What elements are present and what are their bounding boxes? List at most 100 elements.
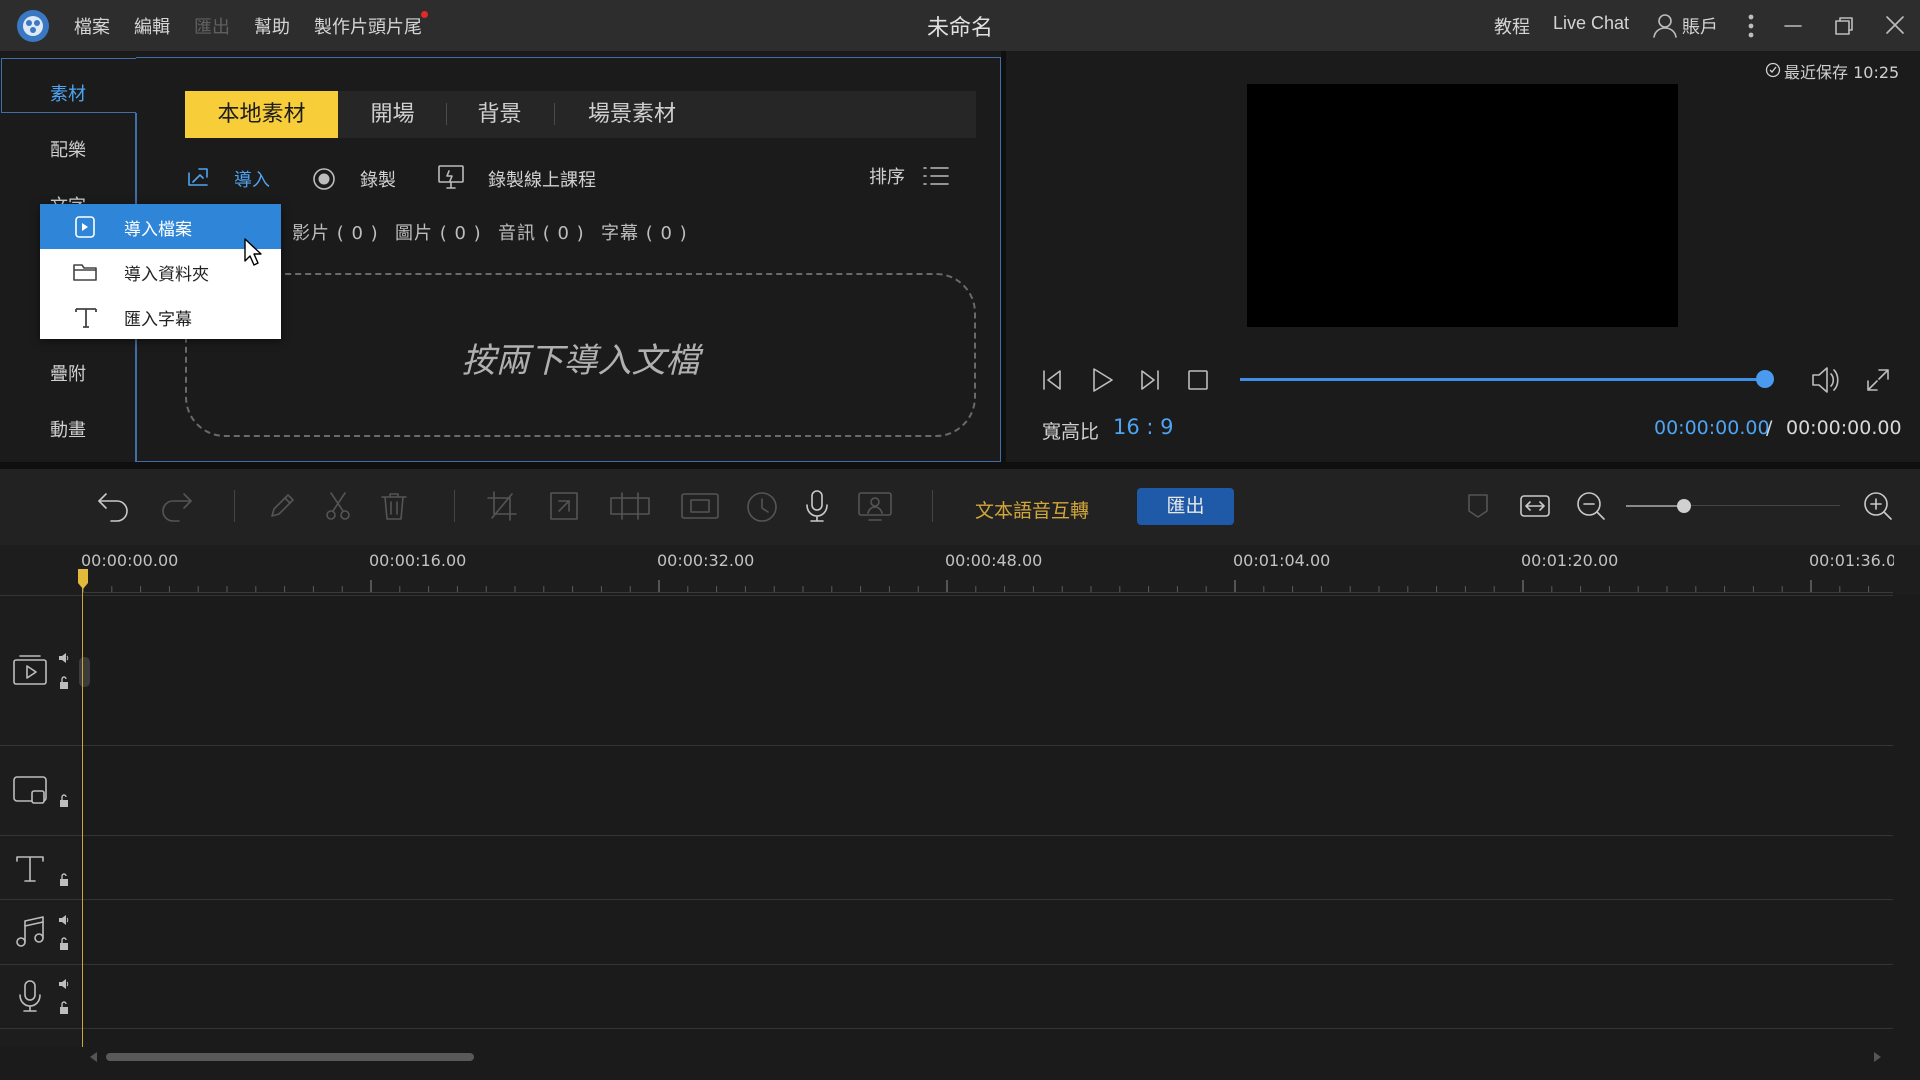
record-course-icon[interactable] xyxy=(437,164,465,190)
tab-local-media[interactable]: 本地素材 xyxy=(185,91,338,138)
user-icon[interactable] xyxy=(1652,12,1678,38)
ruler-label: 00:00:48.00 xyxy=(945,551,1043,570)
scroll-right-arrow-icon[interactable] xyxy=(1874,1052,1881,1062)
marker-shield-icon[interactable] xyxy=(1466,492,1490,520)
undo-icon[interactable] xyxy=(96,490,132,522)
next-frame-icon[interactable] xyxy=(1136,367,1162,393)
ruler-label: 00:00:16.00 xyxy=(369,551,467,570)
drop-zone-hint: 按兩下導入文檔 xyxy=(461,341,700,381)
filter-image[interactable]: 圖片 ( 0 ) xyxy=(395,219,482,245)
resize-icon[interactable] xyxy=(548,490,580,522)
track-resize-handle[interactable] xyxy=(79,657,90,687)
lock-icon[interactable] xyxy=(58,873,70,887)
ruler-label: 00:01:20.00 xyxy=(1521,551,1619,570)
file-video-icon xyxy=(74,216,96,238)
record-course-button[interactable]: 錄製線上課程 xyxy=(488,166,596,192)
video-track-icon xyxy=(12,654,48,686)
stop-icon[interactable] xyxy=(1187,369,1209,391)
aspect-ratio-label: 寬高比 xyxy=(1042,421,1100,443)
speaker-icon[interactable] xyxy=(58,978,70,990)
filter-subtitle[interactable]: 字幕 ( 0 ) xyxy=(601,219,688,245)
filter-audio[interactable]: 音訊 ( 0 ) xyxy=(498,219,585,245)
record-icon[interactable] xyxy=(312,167,336,191)
track-separator xyxy=(0,745,1893,746)
prev-frame-icon[interactable] xyxy=(1040,367,1066,393)
playback-progress-bar[interactable] xyxy=(1240,378,1766,381)
fullscreen-icon[interactable] xyxy=(1865,367,1891,393)
track-separator xyxy=(0,899,1893,900)
more-options-icon[interactable] xyxy=(1747,13,1755,39)
window-title: 未命名 xyxy=(926,16,993,41)
restore-icon[interactable] xyxy=(1833,15,1855,37)
import-dropdown-menu: 導入檔案 導入資料夾 匯入字幕 xyxy=(40,204,281,339)
account-button[interactable]: 賬戶 xyxy=(1682,13,1718,39)
sidebar-item-animation[interactable]: 動畫 xyxy=(0,416,136,442)
mosaic-icon[interactable] xyxy=(680,490,720,522)
zoom-in-icon[interactable] xyxy=(1862,490,1894,522)
sidebar-item-overlay[interactable]: 疊附 xyxy=(0,360,136,386)
tab-separator xyxy=(554,103,555,125)
sidebar-item-music[interactable]: 配樂 xyxy=(0,136,136,162)
section-divider xyxy=(0,462,1920,469)
speaker-icon[interactable] xyxy=(58,914,70,926)
toolbar-separator xyxy=(234,490,235,522)
volume-icon[interactable] xyxy=(1810,365,1842,395)
timeline-horizontal-scrollbar[interactable] xyxy=(0,1047,1920,1080)
tab-opening[interactable]: 開場 xyxy=(355,91,430,138)
text-t-icon xyxy=(74,304,98,330)
saved-check-icon xyxy=(1765,62,1781,78)
current-time: 00:00:00.00 xyxy=(1654,417,1770,439)
voiceover-mic-icon[interactable] xyxy=(803,489,831,523)
mouse-cursor-icon xyxy=(243,237,263,267)
import-icon[interactable] xyxy=(185,165,211,189)
zoom-slider-handle[interactable] xyxy=(1677,499,1691,513)
scrollbar-thumb[interactable] xyxy=(106,1053,474,1061)
overlay-track-icon xyxy=(12,775,48,807)
ruler-label: 00:00:32.00 xyxy=(657,551,755,570)
play-icon[interactable] xyxy=(1088,366,1116,394)
lock-icon[interactable] xyxy=(58,937,70,951)
live-chat-link[interactable]: Live Chat xyxy=(1553,13,1629,34)
menu-item-import-subtitle[interactable]: 匯入字幕 xyxy=(40,294,281,339)
sort-button[interactable]: 排序 xyxy=(869,163,905,189)
lock-icon[interactable] xyxy=(58,676,70,690)
time-separator: / xyxy=(1766,417,1773,439)
filter-video[interactable]: 影片 ( 0 ) xyxy=(292,219,379,245)
fit-timeline-icon[interactable] xyxy=(1518,490,1552,522)
sort-list-icon[interactable] xyxy=(922,165,950,187)
edit-pencil-icon[interactable] xyxy=(266,490,298,522)
speed-clock-icon[interactable] xyxy=(745,490,779,524)
tab-separator xyxy=(446,103,447,125)
playhead-line[interactable] xyxy=(82,571,83,1048)
speaker-icon[interactable] xyxy=(58,652,70,664)
zoom-out-icon[interactable] xyxy=(1575,490,1607,522)
split-merge-icon[interactable] xyxy=(608,490,652,522)
text-to-speech-button[interactable]: 文本語音互轉 xyxy=(975,496,1089,523)
lock-icon[interactable] xyxy=(58,1001,70,1015)
aspect-ratio-value[interactable]: 16 : 9 xyxy=(1113,415,1174,439)
lock-icon[interactable] xyxy=(58,794,70,808)
playback-progress-handle[interactable] xyxy=(1756,370,1774,388)
toolbar-separator xyxy=(454,490,455,522)
sidebar-item-media[interactable]: 素材 xyxy=(0,80,136,106)
tab-scene-media[interactable]: 場景素材 xyxy=(572,91,692,138)
record-button[interactable]: 錄製 xyxy=(360,166,396,192)
music-track-icon xyxy=(14,915,46,949)
scroll-left-arrow-icon[interactable] xyxy=(90,1052,97,1062)
tutorial-link[interactable]: 教程 xyxy=(1494,13,1530,39)
minimize-icon[interactable] xyxy=(1782,15,1804,37)
crop-icon[interactable] xyxy=(486,490,518,522)
tab-background[interactable]: 背景 xyxy=(462,91,537,138)
zoom-slider-track[interactable] xyxy=(1686,505,1840,506)
voiceover-track-icon xyxy=(16,979,44,1013)
delete-trash-icon[interactable] xyxy=(378,490,410,522)
close-icon[interactable] xyxy=(1884,14,1906,36)
export-button[interactable]: 匯出 xyxy=(1137,488,1234,525)
track-separator xyxy=(0,964,1893,965)
video-preview-screen[interactable] xyxy=(1247,84,1678,327)
import-button[interactable]: 導入 xyxy=(234,166,270,192)
record-screen-icon[interactable] xyxy=(857,490,893,522)
cut-scissors-icon[interactable] xyxy=(322,490,354,522)
track-separator xyxy=(0,595,1893,596)
redo-icon[interactable] xyxy=(158,490,194,522)
